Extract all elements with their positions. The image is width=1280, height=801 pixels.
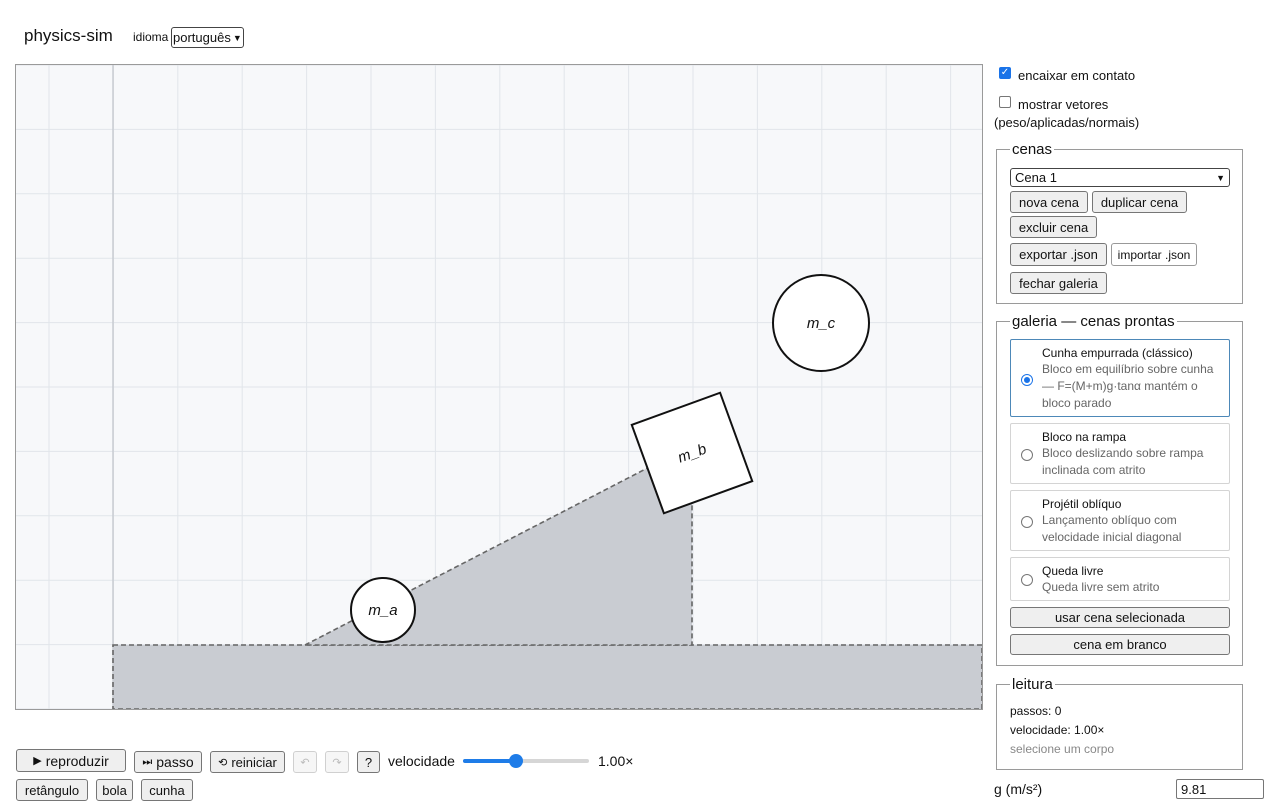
scene-select[interactable]: Cena 1 ▼ (1010, 168, 1230, 187)
readout-hint: selecione um corpo (1010, 742, 1115, 756)
undo-icon: ↶ (300, 756, 310, 769)
play-icon: ▶ (33, 755, 42, 767)
body-label-a: m_a (368, 602, 397, 619)
scenes-legend: cenas (1012, 141, 1053, 158)
step-label: passo (156, 754, 194, 770)
gravity-label: g (m/s²) (994, 781, 1043, 797)
gallery-item-free-fall[interactable]: Queda livre Queda livre sem atrito (1010, 557, 1230, 601)
snap-label: encaixar em contato (1018, 68, 1136, 83)
step-forward-icon: ⏭ (142, 755, 153, 768)
simulation-canvas[interactable]: m_a m_b m_c (15, 64, 983, 710)
gallery-radio[interactable] (1021, 574, 1033, 586)
gravity-input[interactable]: 9.81 (1176, 779, 1264, 799)
gallery-item-oblique-projectile[interactable]: Projétil oblíquo Lançamento oblíquo com … (1010, 490, 1230, 551)
gallery-item-title: Bloco na rampa (1042, 430, 1127, 444)
chevron-down-icon: ▼ (1216, 172, 1225, 183)
gallery-item-ramp-block[interactable]: Bloco na rampa Bloco deslizando sobre ra… (1010, 423, 1230, 484)
gallery-radio[interactable] (1021, 374, 1033, 386)
speed-slider[interactable] (463, 754, 589, 768)
ground-body[interactable] (112, 644, 982, 709)
play-button[interactable]: ▶ reproduzir (16, 749, 126, 772)
duplicate-scene-button[interactable]: duplicar cena (1092, 191, 1187, 213)
gallery-item-description: Queda livre sem atrito (1042, 580, 1160, 594)
gallery-radio[interactable] (1021, 449, 1033, 461)
gallery-item-description: Bloco em equilíbrio sobre cunha — F=(M+m… (1042, 362, 1214, 410)
language-label: idioma (133, 30, 169, 44)
gallery-radio[interactable] (1021, 516, 1033, 528)
use-scene-button[interactable]: usar cena selecionada (1010, 607, 1230, 628)
redo-icon: ↷ (332, 756, 342, 769)
speed-value: 1.00× (598, 753, 634, 769)
reset-icon: ⟲ (218, 756, 228, 769)
add-rectangle-button[interactable]: retângulo (16, 779, 88, 801)
language-value: português (173, 30, 231, 45)
speed-slider-thumb[interactable] (508, 754, 523, 768)
new-scene-button[interactable]: nova cena (1010, 191, 1088, 213)
snap-checkbox[interactable]: ✓ (999, 67, 1011, 79)
blank-scene-button[interactable]: cena em branco (1010, 634, 1230, 655)
body-label-c: m_c (807, 315, 836, 332)
gallery-item-description: Bloco deslizando sobre rampa inclinada c… (1042, 446, 1204, 477)
vectors-label: mostrar vetores (1018, 97, 1109, 112)
reset-button[interactable]: ⟲ reiniciar (210, 751, 285, 773)
add-ball-button[interactable]: bola (96, 779, 133, 801)
redo-button[interactable]: ↷ (325, 751, 349, 773)
export-json-button[interactable]: exportar .json (1010, 243, 1107, 266)
gallery-item-title: Cunha empurrada (clássico) (1042, 346, 1193, 360)
chevron-down-icon: ▼ (232, 32, 242, 43)
scene-select-value: Cena 1 (1015, 170, 1057, 185)
gallery-item-description: Lançamento oblíquo com velocidade inicia… (1042, 513, 1182, 544)
ball-body-c[interactable]: m_c (772, 274, 870, 372)
ball-body-a[interactable]: m_a (350, 577, 416, 643)
help-button[interactable]: ? (357, 751, 380, 773)
close-gallery-button[interactable]: fechar galeria (1010, 272, 1107, 294)
gallery-item-pushed-wedge[interactable]: Cunha empurrada (clássico) Bloco em equi… (1010, 339, 1230, 417)
vectors-sublabel: (peso/aplicadas/normais) (994, 115, 1140, 130)
app-title: physics-sim (24, 26, 113, 45)
speed-label: velocidade (388, 753, 455, 769)
vectors-checkbox[interactable] (999, 96, 1011, 108)
help-icon: ? (364, 754, 373, 770)
undo-button[interactable]: ↶ (293, 751, 317, 773)
delete-scene-button[interactable]: excluir cena (1010, 216, 1097, 238)
gallery-item-title: Queda livre (1042, 564, 1104, 578)
gallery-legend: galeria — cenas prontas (1012, 313, 1175, 330)
language-select[interactable]: português ▼ (171, 27, 244, 48)
add-wedge-button[interactable]: cunha (141, 779, 193, 801)
play-label: reproduzir (45, 752, 109, 769)
import-json-button[interactable]: importar .json (1111, 243, 1197, 266)
readout-legend: leitura (1012, 676, 1053, 693)
speed-slider-fill (463, 759, 516, 763)
reset-label: reiniciar (231, 754, 277, 770)
scene-svg[interactable]: m_a m_b m_c (16, 65, 982, 709)
step-button[interactable]: ⏭ passo (134, 751, 202, 773)
readout-speed: velocidade: 1.00× (1010, 723, 1105, 737)
gallery-item-title: Projétil oblíquo (1042, 497, 1122, 511)
readout-steps: passos: 0 (1010, 704, 1062, 718)
